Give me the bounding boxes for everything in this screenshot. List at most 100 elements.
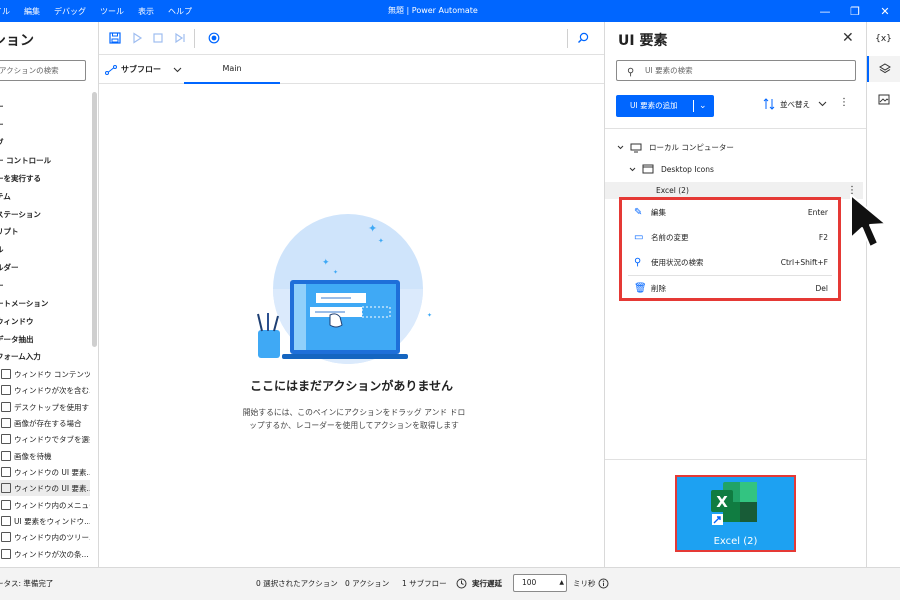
close-icon[interactable]: ✕ xyxy=(842,30,854,46)
menu-file[interactable]: イル xyxy=(0,6,10,17)
action-category[interactable]: ーを実行する xyxy=(0,173,41,184)
selected-actions-count: 0 選択されたアクション xyxy=(256,579,338,588)
menu-item-rename[interactable]: ▭ 名前の変更 F2 xyxy=(622,225,838,250)
action-item[interactable]: ウィンドウが次を含む... xyxy=(0,382,90,398)
action-icon xyxy=(1,434,11,444)
tree-node-local-computer[interactable]: ローカル コンピューター xyxy=(617,142,734,153)
add-ui-element-button[interactable]: UI 要素の追加 ⌄ xyxy=(616,95,714,117)
action-item[interactable]: ウィンドウ コンテンツ... xyxy=(0,366,90,382)
svg-text:✦: ✦ xyxy=(322,258,330,268)
action-item[interactable]: 画像が存在する場合 xyxy=(0,415,90,431)
trash-icon: 🗑 xyxy=(634,283,647,294)
action-category[interactable]: リプト xyxy=(0,226,19,237)
side-rail: {x} xyxy=(866,22,900,567)
actions-scrollbar[interactable] xyxy=(92,92,97,347)
actions-panel: ション アクションの検索 ー ー ブ ー コントロール ーを実行する テム ステ… xyxy=(0,22,99,567)
menu-edit[interactable]: 編集 xyxy=(24,6,40,17)
svg-text:✦: ✦ xyxy=(333,269,338,276)
minimize-button[interactable]: — xyxy=(810,0,840,22)
action-item-label: ウィンドウが次の条... xyxy=(14,549,89,559)
ui-elements-search-input[interactable]: ⚲ UI 要素の検索 xyxy=(616,60,856,81)
images-icon[interactable] xyxy=(867,86,900,112)
menu-item-delete[interactable]: 🗑 削除 Del xyxy=(622,276,838,301)
sort-label: 並べ替え xyxy=(780,99,810,109)
action-item[interactable]: UI 要素をウィンドウ... xyxy=(0,513,90,529)
chevron-down-icon xyxy=(629,167,636,171)
run-delay-unit: ミリ秒 xyxy=(573,579,596,588)
action-icon xyxy=(1,467,11,477)
action-icon xyxy=(1,549,11,559)
info-icon[interactable] xyxy=(598,578,609,589)
menu-item-label: 使用状況の検索 xyxy=(651,258,704,267)
subflow-icon xyxy=(105,64,117,75)
action-category[interactable]: ー xyxy=(0,101,4,112)
action-item[interactable]: デスクトップを使用する xyxy=(0,399,90,415)
action-item[interactable]: ウィンドウの UI 要素... xyxy=(0,464,90,480)
action-category[interactable]: ートメーション xyxy=(0,298,48,309)
action-category[interactable]: ー xyxy=(0,280,4,291)
clock-icon xyxy=(456,578,467,589)
tab-main[interactable]: Main xyxy=(184,55,280,84)
empty-state-description: 開始するには、このペインにアクションをドラッグ アンド ドロップするか、レコーダ… xyxy=(242,408,466,430)
action-icon xyxy=(1,516,11,526)
run-delay-value: 100 xyxy=(522,578,537,587)
action-category[interactable]: テム xyxy=(0,191,11,202)
action-item-selected[interactable]: ウィンドウの UI 要素... xyxy=(0,480,90,496)
action-icon xyxy=(1,402,11,412)
stop-icon[interactable] xyxy=(151,31,165,45)
svg-text:✦: ✦ xyxy=(368,222,377,235)
action-category[interactable]: ー xyxy=(0,119,4,130)
menu-item-find-usages[interactable]: ⚲ 使用状況の検索 Ctrl+Shift+F xyxy=(622,250,838,275)
action-item[interactable]: 画像を待機 xyxy=(0,448,90,464)
chevron-down-icon[interactable]: ⌄ xyxy=(699,95,707,117)
variables-icon[interactable]: {x} xyxy=(867,26,900,52)
subflow-dropdown[interactable]: サブフロー xyxy=(105,55,187,84)
flow-canvas[interactable]: ✦ ✦ ✦ ✦ ✦ ここにはまだアクションがありません 開始するには、このペイン… xyxy=(99,85,604,566)
menu-help[interactable]: ヘルプ xyxy=(168,6,192,17)
menu-item-edit[interactable]: ✎ 編集 Enter xyxy=(622,200,838,225)
actions-search-input[interactable]: アクションの検索 xyxy=(0,60,86,81)
menu-view[interactable]: 表示 xyxy=(138,6,154,17)
more-options-icon[interactable]: ⋮ xyxy=(839,97,849,108)
action-item[interactable]: ウィンドウでタブを選択 xyxy=(0,431,90,447)
action-item-label: ウィンドウ内のツリー... xyxy=(14,532,90,542)
stepper-icon[interactable]: ▲ xyxy=(559,575,564,591)
run-delay-input[interactable]: 100 ▲ xyxy=(513,574,567,592)
step-icon[interactable] xyxy=(173,31,187,45)
close-window-button[interactable]: ✕ xyxy=(870,0,900,22)
rename-icon: ▭ xyxy=(634,232,644,243)
action-icon xyxy=(1,483,11,493)
action-category[interactable]: ウィンドウ xyxy=(0,316,34,327)
menu-debug[interactable]: デバッグ xyxy=(54,6,86,17)
restore-button[interactable]: ❐ xyxy=(840,0,870,22)
menu-bar: イル 編集 デバッグ ツール 表示 ヘルプ xyxy=(0,0,206,22)
computer-icon xyxy=(630,143,642,152)
record-icon[interactable] xyxy=(207,31,221,45)
tree-node-desktop-icons[interactable]: Desktop Icons xyxy=(629,164,714,174)
action-category[interactable]: ー コントロール xyxy=(0,155,51,166)
flow-toolbar xyxy=(99,22,604,55)
actions-panel-title: ション xyxy=(0,33,34,49)
action-category[interactable]: データ抽出 xyxy=(0,334,34,345)
context-menu: ✎ 編集 Enter ▭ 名前の変更 F2 ⚲ 使用状況の検索 Ctrl+Shi… xyxy=(619,197,841,301)
pencil-icon: ✎ xyxy=(634,207,643,218)
action-icon xyxy=(1,385,11,395)
layers-icon[interactable] xyxy=(867,56,900,82)
action-category[interactable]: フォーム入力 xyxy=(0,351,41,362)
run-icon[interactable] xyxy=(130,31,144,45)
chevron-down-icon xyxy=(818,101,827,107)
sort-button[interactable]: 並べ替え xyxy=(763,98,827,110)
empty-state-title: ここにはまだアクションがありません xyxy=(249,379,454,393)
action-category[interactable]: ルダー xyxy=(0,262,19,273)
action-item[interactable]: ウィンドウ内のメニュー... xyxy=(0,497,90,513)
save-icon[interactable] xyxy=(108,31,122,45)
action-item[interactable]: ウィンドウが次の条... xyxy=(0,546,90,562)
menu-tools[interactable]: ツール xyxy=(100,6,124,17)
action-item[interactable]: ウィンドウ内のツリー... xyxy=(0,529,90,545)
action-category[interactable]: ブ xyxy=(0,137,4,148)
action-category[interactable]: ル xyxy=(0,244,4,255)
action-category[interactable]: ステーション xyxy=(0,209,41,220)
run-delay-label: 実行遅延 xyxy=(472,579,502,588)
menu-item-shortcut: Del xyxy=(815,284,828,293)
search-icon[interactable] xyxy=(576,31,590,45)
